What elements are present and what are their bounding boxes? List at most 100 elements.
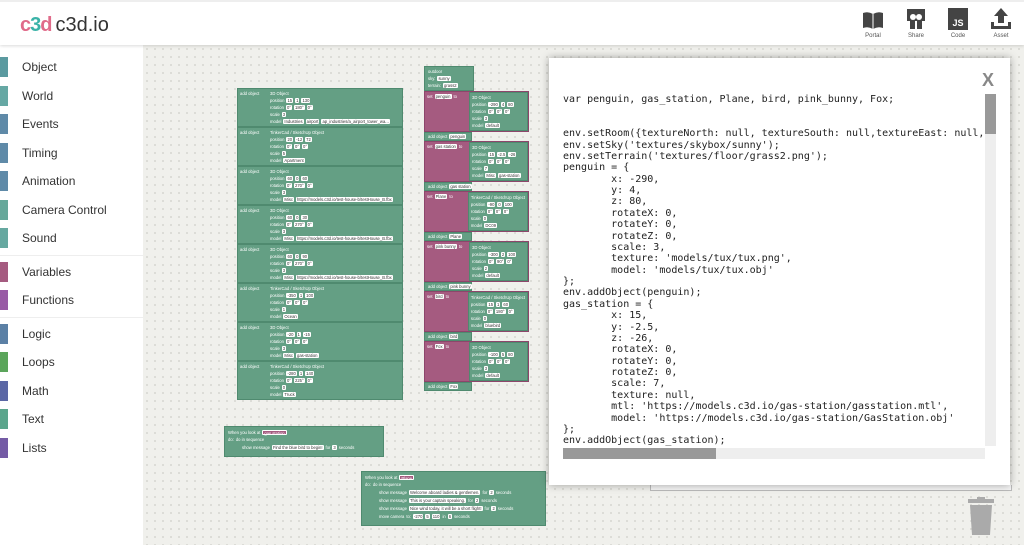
scale-field[interactable]: 3 [281,112,287,117]
position-field[interactable]: -350 [286,293,297,298]
set-variable-block[interactable]: set pink bunny to 3D Object position -300 2 100… [424,241,529,282]
model-dropdown[interactable]: gas-station [296,353,319,358]
scale-field[interactable]: 3 [281,190,287,195]
scale-field[interactable]: 0 [482,216,488,221]
category-variables[interactable]: Variables [0,258,143,287]
category-events[interactable]: Events [0,110,143,139]
model-dropdown[interactable]: default [485,273,500,278]
variable-dropdown[interactable]: bird [434,294,444,299]
rotation-field[interactable]: 0° [285,300,292,305]
rotation-field[interactable]: 0° [285,339,292,344]
model-dropdown[interactable]: default [485,373,500,378]
event-block-gas-station[interactable]: When you look at gas station do: do in sequ… [224,426,384,457]
scale-field[interactable]: 2 [483,266,489,271]
add-object-block[interactable]: add object 3D Object position 60 0 90 rotation… [237,244,403,283]
rotation-field[interactable]: 180° [293,105,305,110]
variable-dropdown[interactable]: gas station [449,184,472,189]
seconds-field[interactable]: 2 [475,497,480,503]
position-field[interactable]: -15 [302,332,311,337]
category-sound[interactable]: Sound [0,224,143,253]
add-object-block[interactable]: add object 3D Object position 60 0 60 rotation… [237,166,403,205]
rotation-field[interactable]: 0° [502,209,509,214]
vertical-scrollbar[interactable] [985,94,996,446]
target-dropdown[interactable]: gas station [262,430,287,436]
rotation-field[interactable]: 0° [285,183,292,188]
message-field[interactable]: Welcome aboard ladies & gentlemen. [408,489,481,495]
rotation-field[interactable]: 0° [285,261,292,266]
message-field[interactable]: Find the blue bird to begin! [271,444,324,450]
model-dropdown[interactable]: default [485,123,500,128]
rotation-field[interactable]: 0° [285,222,292,227]
rotation-field[interactable]: 0° [306,261,313,266]
model-dropdown[interactable]: Misc [283,197,295,202]
position-field[interactable]: -300 [488,252,499,257]
rotation-field[interactable]: 0° [302,339,309,344]
position-field[interactable]: 2 [500,252,506,257]
rotation-field[interactable]: 0° [306,378,313,383]
world-block[interactable]: outdoor sky: sunny terrain: grass2 [424,66,474,91]
rotation-field[interactable]: 270° [293,183,305,188]
rotation-field[interactable]: 0° [495,359,502,364]
seconds-field[interactable]: 3 [332,444,337,450]
sky-dropdown[interactable]: sunny [437,76,451,81]
add-object-block[interactable]: add object bird [424,332,472,341]
model-dropdown[interactable]: DC09 [484,223,498,228]
position-field[interactable]: 0 [295,215,300,220]
add-object-block[interactable]: add object pink bunny [424,282,472,291]
variable-dropdown[interactable]: Fox [449,384,459,389]
rotation-field[interactable]: 0° [293,144,300,149]
model-dropdown[interactable]: https://models.c3d.io/test-house-b/testH… [296,275,393,280]
camera-field[interactable]: 110 [431,513,441,519]
model-dropdown[interactable]: Ocean [283,314,298,319]
position-field[interactable]: 100 [503,202,513,207]
set-variable-block[interactable]: set Fox to 3D Object position -100 5 80 rotation… [424,341,529,382]
rotation-field[interactable]: 0° [486,209,493,214]
add-object-block[interactable]: add object 3D Object position 60 0 30 rotation… [237,205,403,244]
category-animation[interactable]: Animation [0,167,143,196]
rotation-field[interactable]: 0° [285,144,292,149]
position-field[interactable]: -12 [295,137,304,142]
add-object-block[interactable]: add object 3D Object position 15 1 130 rotatio… [237,88,403,127]
position-field[interactable]: 15 [488,152,496,157]
seconds-field[interactable]: 6 [447,513,453,519]
category-camera-control[interactable]: Camera Control [0,196,143,225]
position-field[interactable]: -2.5 [497,152,507,157]
add-object-block[interactable]: add object TinkerCad / SketchUp Object pos… [237,283,403,322]
rotation-field[interactable]: 0° [487,359,494,364]
position-field[interactable]: 1 [298,371,304,376]
category-timing[interactable]: Timing [0,139,143,168]
category-functions[interactable]: Functions [0,286,143,315]
scale-field[interactable]: 1 [281,307,287,312]
rotation-field[interactable]: 0° [507,309,514,314]
scale-field[interactable]: 0 [281,385,287,390]
variable-dropdown[interactable]: pink bunny [434,244,457,249]
position-field[interactable]: -280 [286,371,297,376]
code-view[interactable]: var penguin, gas_station, Plane, bird, p… [563,94,985,446]
set-variable-block[interactable]: set bird to TinkerCad / SketchUp Object posi… [424,291,529,332]
position-field[interactable]: -100 [488,352,499,357]
variable-dropdown[interactable]: Fox [434,344,444,349]
model-dropdown[interactable]: Misc [283,275,295,280]
model-dropdown[interactable]: gas-station [498,173,521,178]
rotation-field[interactable]: 0° [293,300,300,305]
category-world[interactable]: World [0,82,143,111]
position-field[interactable]: 100 [507,252,517,257]
rotation-field[interactable]: 0° [495,159,502,164]
scale-field[interactable]: 0 [482,316,488,321]
position-field[interactable]: 1 [496,302,501,307]
rotation-field[interactable]: 0° [306,183,313,188]
event-block-plane[interactable]: When you look at Plane do: do in sequence sh… [361,471,546,526]
category-math[interactable]: Math [0,377,143,406]
model-dropdown[interactable]: Misc [283,353,295,358]
rotation-field[interactable]: 180° [494,309,506,314]
category-lists[interactable]: Lists [0,434,143,463]
model-dropdown[interactable]: airport [305,119,320,124]
position-field[interactable]: 30 [301,215,309,220]
add-object-block[interactable]: add object gas station [424,182,472,191]
position-field[interactable]: 60 [301,176,309,181]
model-dropdown[interactable]: Misc [485,173,497,178]
target-dropdown[interactable]: Plane [399,475,415,481]
variable-dropdown[interactable]: penguin [434,94,452,99]
logo[interactable]: c3d c3d.io [20,14,109,37]
rotation-field[interactable]: 0° [302,144,309,149]
